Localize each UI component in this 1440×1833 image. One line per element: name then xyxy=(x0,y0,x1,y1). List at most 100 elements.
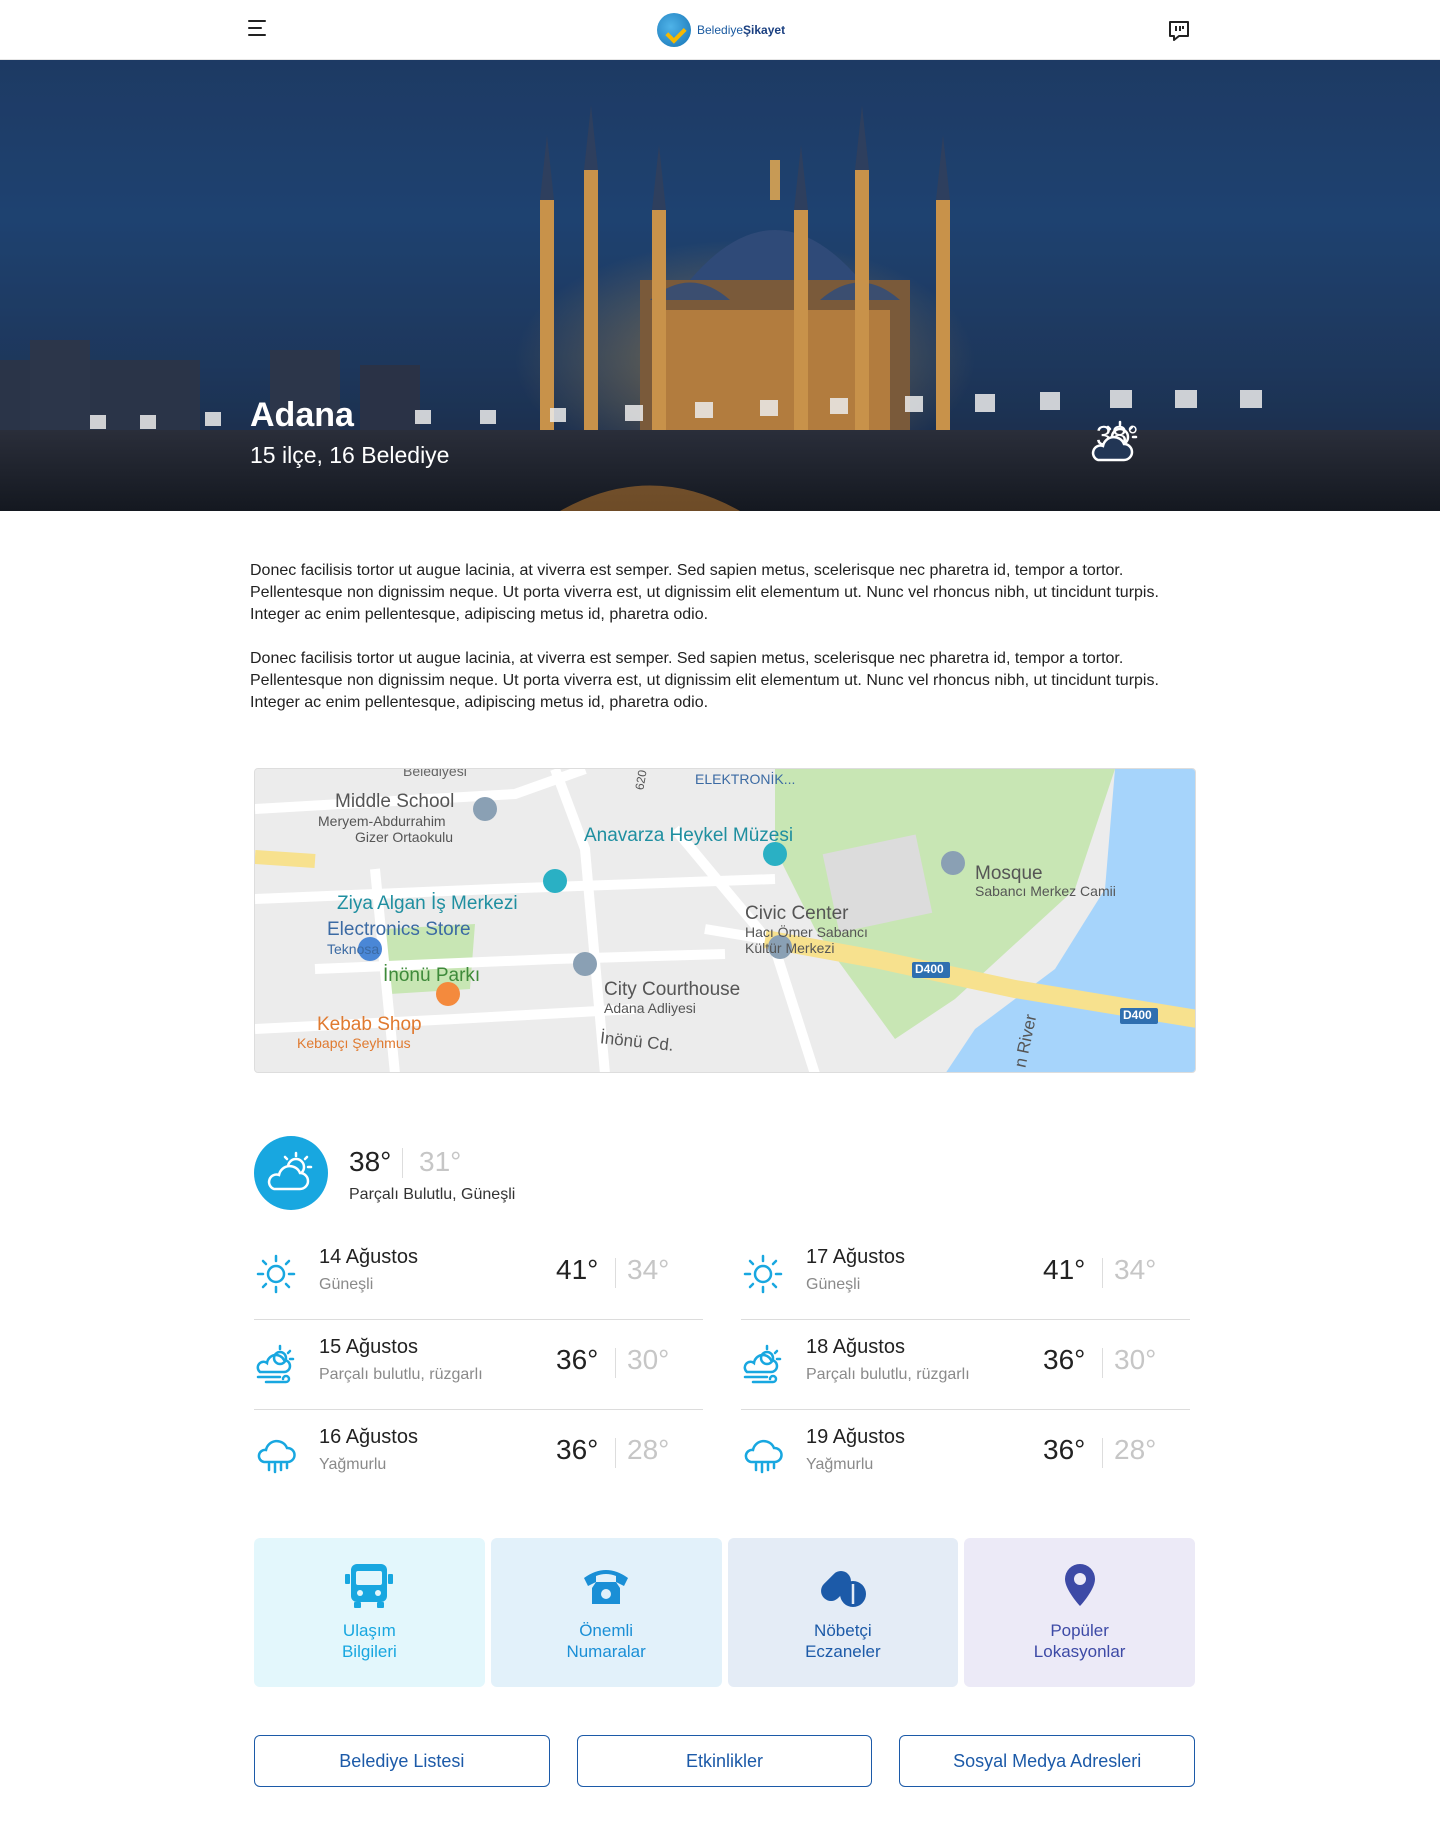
forecast-low: 28° xyxy=(1114,1434,1157,1465)
forecast-low: 34° xyxy=(1114,1254,1157,1285)
rain-cloud-icon xyxy=(254,1432,298,1476)
tile-label: Popüler Lokasyonlar xyxy=(1033,1621,1126,1661)
map-label: Ziya Algan İş Merkezi xyxy=(337,893,518,914)
map-label: D400 xyxy=(1123,1008,1152,1022)
sun-icon xyxy=(254,1252,298,1296)
tile-important-numbers[interactable]: Önemli Numaralar xyxy=(490,1538,722,1687)
partly-sunny-icon xyxy=(254,1136,328,1210)
sun-icon xyxy=(741,1252,785,1296)
city-map[interactable]: Belediyesi ELEKTRONİK... 620 Middle Scho… xyxy=(254,768,1196,1073)
map-label: Mosque xyxy=(975,863,1043,884)
forecast-description: Güneşli xyxy=(806,1276,861,1293)
map-label: Adana Adliyesi xyxy=(604,1000,696,1016)
map-label: Meryem-Abdurrahim xyxy=(318,813,446,829)
map-label: City Courthouse xyxy=(604,979,741,1000)
divider xyxy=(1102,1348,1103,1378)
forecast-description: Güneşli xyxy=(319,1276,374,1293)
forecast-description: Yağmurlu xyxy=(806,1456,874,1473)
forecast-low: 30° xyxy=(627,1344,670,1375)
map-label: Kültür Merkezi xyxy=(745,940,835,956)
divider xyxy=(1102,1438,1103,1468)
map-label: Electronics Store xyxy=(327,919,471,940)
pills-icon xyxy=(820,1571,866,1607)
divider xyxy=(615,1348,616,1378)
forecast-row: 18 Ağustos Parçalı bulutlu, rüzgarlı 36°… xyxy=(741,1320,1190,1410)
forecast-date: 19 Ağustos xyxy=(806,1426,905,1448)
quick-access-tiles: Ulaşım Bilgileri Önemli Numaralar Nöbetç… xyxy=(254,1538,1195,1687)
forecast-description: Parçalı bulutlu, rüzgarlı xyxy=(806,1366,970,1383)
forecast-date: 17 Ağustos xyxy=(806,1246,905,1268)
current-high-temp: 38° xyxy=(349,1146,392,1177)
top-navigation-bar: BelediyeŞikayet xyxy=(0,0,1440,60)
map-label: ELEKTRONİK... xyxy=(695,771,796,787)
map-label: Civic Center xyxy=(745,903,849,924)
app-logo[interactable]: BelediyeŞikayet xyxy=(657,12,785,48)
map-label: Hacı Ömer Sabancı xyxy=(745,924,868,940)
city-skyline-illustration xyxy=(0,60,1440,511)
intro-text: Donec facilisis tortor ut augue lacinia,… xyxy=(250,560,1190,736)
forecast-low: 28° xyxy=(627,1434,670,1465)
map-label: Belediyesi xyxy=(403,768,467,779)
windy-partly-cloudy-icon xyxy=(741,1342,785,1386)
forecast-low: 34° xyxy=(627,1254,670,1285)
forecast-high: 41° xyxy=(1043,1254,1086,1285)
forecast-high: 36° xyxy=(556,1344,599,1375)
forecast-date: 15 Ağustos xyxy=(319,1336,418,1358)
forecast-date: 16 Ağustos xyxy=(319,1426,418,1448)
forecast-high: 36° xyxy=(1043,1434,1086,1465)
windy-partly-cloudy-icon xyxy=(254,1342,298,1386)
divider xyxy=(615,1438,616,1468)
tile-label: Ulaşım Bilgileri xyxy=(341,1621,397,1661)
tile-popular-locations[interactable]: Popüler Lokasyonlar xyxy=(964,1538,1195,1687)
map-label: Teknosa xyxy=(327,941,380,957)
forecast-row: 16 Ağustos Yağmurlu 36° 28° xyxy=(254,1410,703,1500)
forecast-high: 36° xyxy=(1043,1344,1086,1375)
current-weather-description: Parçalı Bulutlu, Güneşli xyxy=(349,1186,516,1203)
tile-pharmacies[interactable]: Nöbetçi Eczaneler xyxy=(727,1538,959,1687)
forecast-description: Parçalı bulutlu, rüzgarlı xyxy=(319,1366,483,1383)
map-label: Middle School xyxy=(335,791,455,812)
map-label: Anavarza Heykel Müzesi xyxy=(584,825,794,846)
hero-weather: 38° xyxy=(1088,420,1138,462)
map-label: D400 xyxy=(915,962,944,976)
forecast-date: 18 Ağustos xyxy=(806,1336,905,1358)
map-label: Kebab Shop xyxy=(317,1014,422,1035)
tile-label: Nöbetçi Eczaneler xyxy=(805,1621,881,1661)
map-label: Sabancı Merkez Camii xyxy=(975,883,1116,899)
municipality-list-button[interactable]: Belediye Listesi xyxy=(254,1735,550,1787)
intro-paragraph: Donec facilisis tortor ut augue lacinia,… xyxy=(250,650,1159,711)
forecast-row: 17 Ağustos Güneşli 41° 34° xyxy=(741,1230,1190,1320)
divider xyxy=(402,1148,403,1178)
city-title: Adana xyxy=(250,396,354,434)
telephone-icon xyxy=(584,1570,629,1604)
forecast-row: 14 Ağustos Güneşli 41° 34° xyxy=(254,1230,703,1320)
divider xyxy=(615,1258,616,1288)
forecast-high: 41° xyxy=(556,1254,599,1285)
hero-banner: Adana 15 ilçe, 16 Belediye 38° xyxy=(0,60,1440,511)
bus-icon xyxy=(345,1564,394,1608)
events-button[interactable]: Etkinlikler xyxy=(576,1735,873,1787)
tile-transport-info[interactable]: Ulaşım Bilgileri xyxy=(254,1538,485,1687)
hamburger-menu-icon[interactable] xyxy=(248,20,270,38)
city-subtitle: 15 ilçe, 16 Belediye xyxy=(250,442,450,468)
current-low-temp: 31° xyxy=(419,1146,462,1177)
bottom-buttons: Belediye Listesi Etkinlikler Sosyal Medy… xyxy=(254,1735,1196,1787)
rain-cloud-icon xyxy=(741,1432,785,1476)
intro-paragraph: Donec facilisis tortor ut augue lacinia,… xyxy=(250,562,1159,623)
map-label: Gizer Ortaokulu xyxy=(355,829,454,845)
map-label: İnönü Parkı xyxy=(383,965,481,986)
logo-text: BelediyeŞikayet xyxy=(697,23,786,37)
logo-mark-icon xyxy=(657,13,691,47)
social-media-button[interactable]: Sosyal Medya Adresleri xyxy=(899,1735,1196,1787)
forecast-row: 15 Ağustos Parçalı bulutlu, rüzgarlı 36°… xyxy=(254,1320,703,1410)
chat-bubble-icon[interactable] xyxy=(1167,19,1191,41)
forecast-high: 36° xyxy=(556,1434,599,1465)
forecast-date: 14 Ağustos xyxy=(319,1246,418,1268)
forecast-description: Yağmurlu xyxy=(319,1456,387,1473)
divider xyxy=(1102,1258,1103,1288)
forecast-column-right: 17 Ağustos Güneşli 41° 34° 18 Ağustos Pa… xyxy=(741,1230,1190,1500)
location-pin-icon xyxy=(1064,1564,1095,1606)
current-weather: 38° 31° Parçalı Bulutlu, Güneşli xyxy=(254,1136,714,1212)
map-label: Kebapçı Şeyhmus xyxy=(297,1035,411,1051)
tile-label: Önemli Numaralar xyxy=(566,1621,646,1661)
